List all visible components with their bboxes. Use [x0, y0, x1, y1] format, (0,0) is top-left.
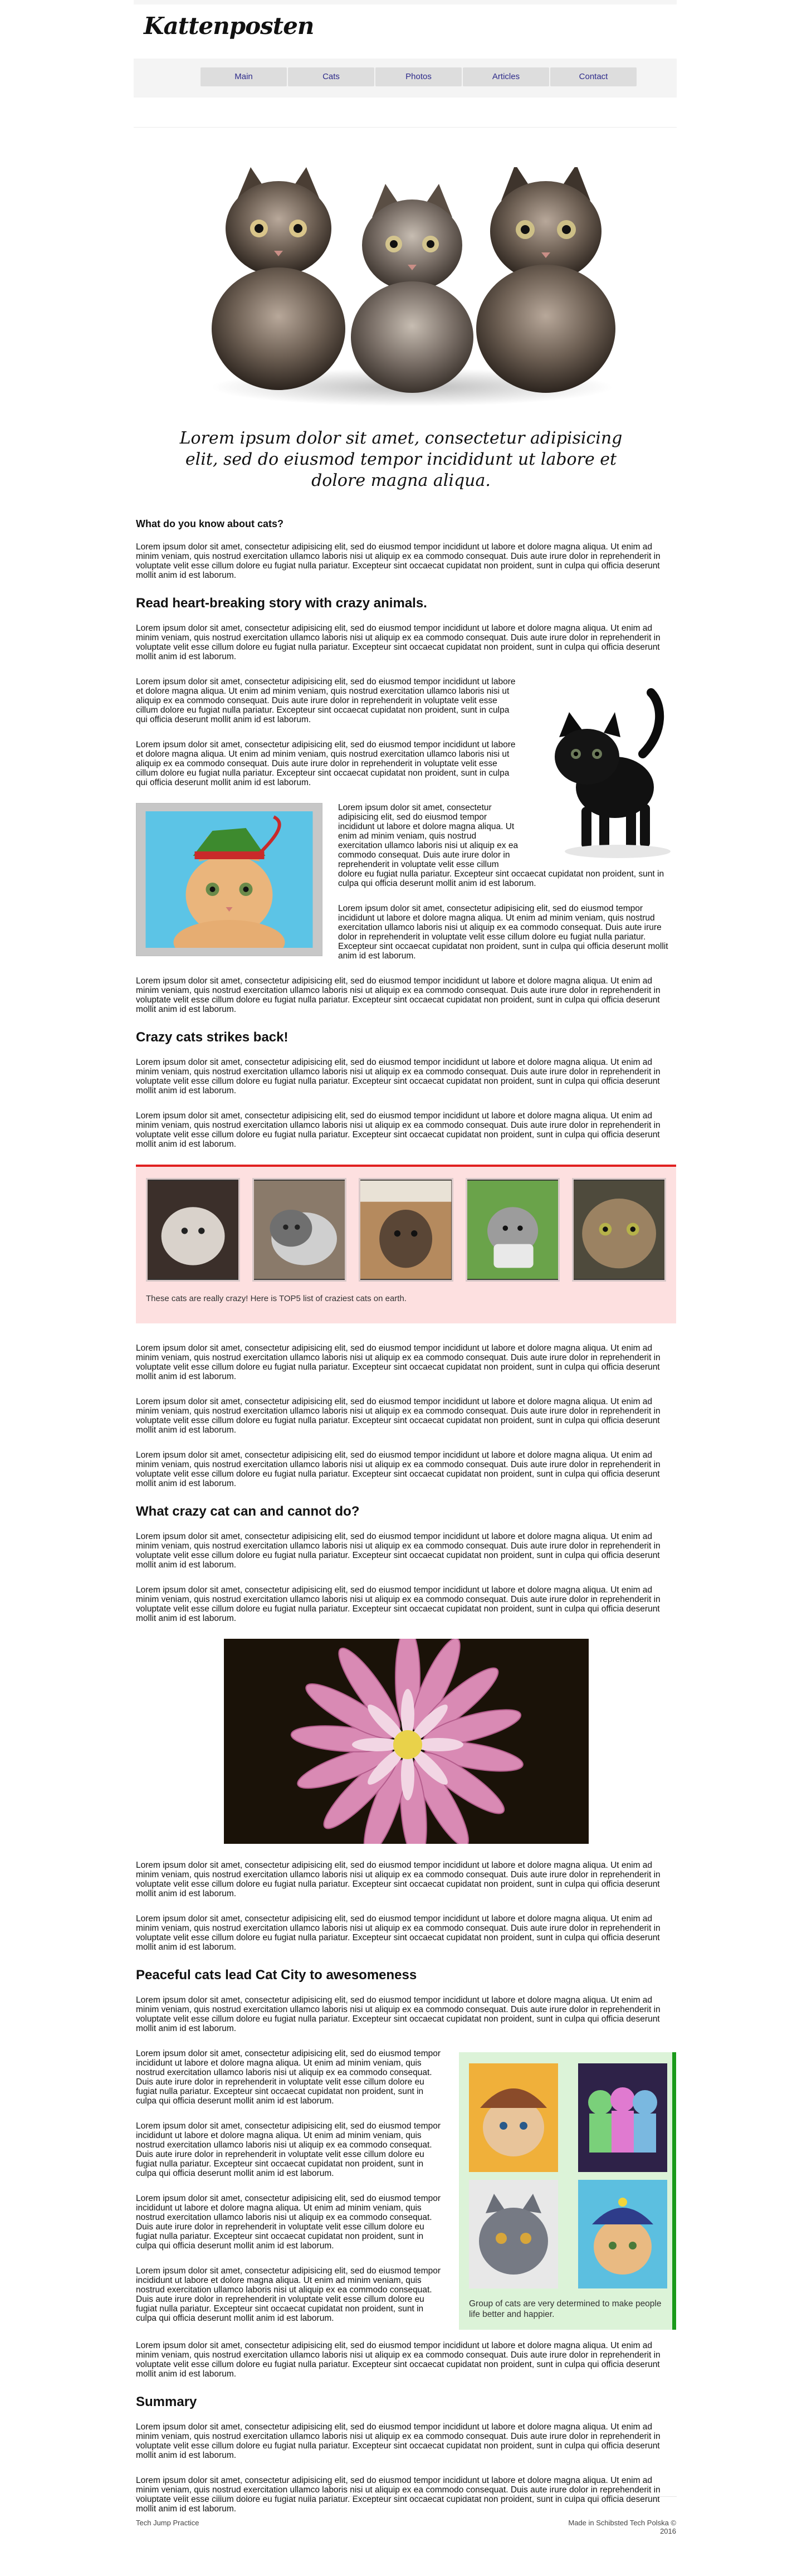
nav-item-contact[interactable]: Contact [550, 67, 637, 86]
footer-divider [134, 2496, 677, 2497]
dahlia-flower-image [223, 1639, 589, 1844]
paragraph: Lorem ipsum dolor sit amet, consectetur … [136, 624, 661, 661]
paragraph: Lorem ipsum dolor sit amet, consectetur … [136, 2341, 661, 2379]
crazy-cats-gallery: These cats are really crazy! Here is TOP… [136, 1165, 676, 1323]
gallery-thumb-5[interactable] [571, 1178, 667, 1282]
gallery-thumb-2[interactable] [252, 1178, 347, 1282]
section-heading: Read heart-breaking story with crazy ani… [136, 596, 427, 611]
section-heading: What do you know about cats? [136, 518, 283, 529]
nav-item-cats[interactable]: Cats [288, 67, 374, 86]
site-logo[interactable]: Kattenposten [144, 12, 314, 40]
cat-group-photo-3[interactable] [469, 2180, 558, 2288]
paragraph: Lorem ipsum dolor sit amet, consectetur … [136, 1058, 661, 1095]
cat-group-box: Group of cats are very determined to mak… [459, 2052, 676, 2330]
main-nav: Main Cats Photos Articles Contact [200, 67, 637, 86]
hero-kittens-image [212, 167, 615, 406]
section-heading: Peaceful cats lead Cat City to awesomene… [136, 1968, 417, 1983]
paragraph: Lorem ipsum dolor sit amet, consectetur … [136, 2422, 661, 2460]
paragraph: Lorem ipsum dolor sit amet, consectetur … [136, 1914, 661, 1952]
gallery-thumb-1[interactable] [146, 1178, 241, 1282]
top-bar [134, 0, 677, 4]
nav-item-main[interactable]: Main [200, 67, 287, 86]
paragraph: Lorem ipsum dolor sit amet, consectetur … [136, 1343, 661, 1381]
cat-group-photo-2[interactable] [578, 2063, 667, 2172]
nav-item-photos[interactable]: Photos [375, 67, 462, 86]
black-kitten-image [555, 688, 671, 858]
section-heading: Summary [136, 2394, 197, 2409]
nav-item-articles[interactable]: Articles [463, 67, 549, 86]
gallery-caption: These cats are really crazy! Here is TOP… [146, 1294, 407, 1303]
paragraph: Lorem ipsum dolor sit amet, consectetur … [136, 1450, 661, 1488]
paragraph: Lorem ipsum dolor sit amet, consectetur … [136, 1585, 661, 1623]
cat-with-hat-image [136, 803, 322, 956]
page: Kattenposten Main Cats Photos Articles C… [0, 0, 802, 2576]
gallery-thumb-4[interactable] [465, 1178, 560, 1282]
paragraph: Lorem ipsum dolor sit amet, consectetur … [136, 1397, 661, 1435]
paragraph: Lorem ipsum dolor sit amet, consectetur … [136, 1995, 661, 2033]
paragraph: Lorem ipsum dolor sit amet, consectetur … [136, 976, 661, 1014]
footer-left-text: Tech Jump Practice [136, 2519, 199, 2527]
cat-group-caption: Group of cats are very determined to mak… [469, 2299, 662, 2319]
paragraph: Lorem ipsum dolor sit amet, consectetur … [136, 2476, 661, 2514]
cat-group-photo-4[interactable] [578, 2180, 667, 2288]
hero-tagline: Lorem ipsum dolor sit amet, consectetur … [179, 428, 623, 490]
cat-group-photo-1[interactable] [469, 2063, 558, 2172]
paragraph: Lorem ipsum dolor sit amet, consectetur … [136, 1861, 661, 1898]
gallery-thumb-3[interactable] [359, 1178, 453, 1282]
paragraph: Lorem ipsum dolor sit amet, consectetur … [136, 542, 661, 580]
section-heading: What crazy cat can and cannot do? [136, 1504, 360, 1519]
article: What do you know about cats? Lorem ipsum… [136, 518, 676, 2529]
section-heading: Crazy cats strikes back! [136, 1030, 288, 1045]
footer-right-text: Made in Schibsted Tech Polska © 2016 [568, 2519, 676, 2535]
header-divider [134, 127, 677, 128]
paragraph: Lorem ipsum dolor sit amet, consectetur … [136, 1532, 661, 1570]
paragraph: Lorem ipsum dolor sit amet, consectetur … [136, 1111, 661, 1149]
